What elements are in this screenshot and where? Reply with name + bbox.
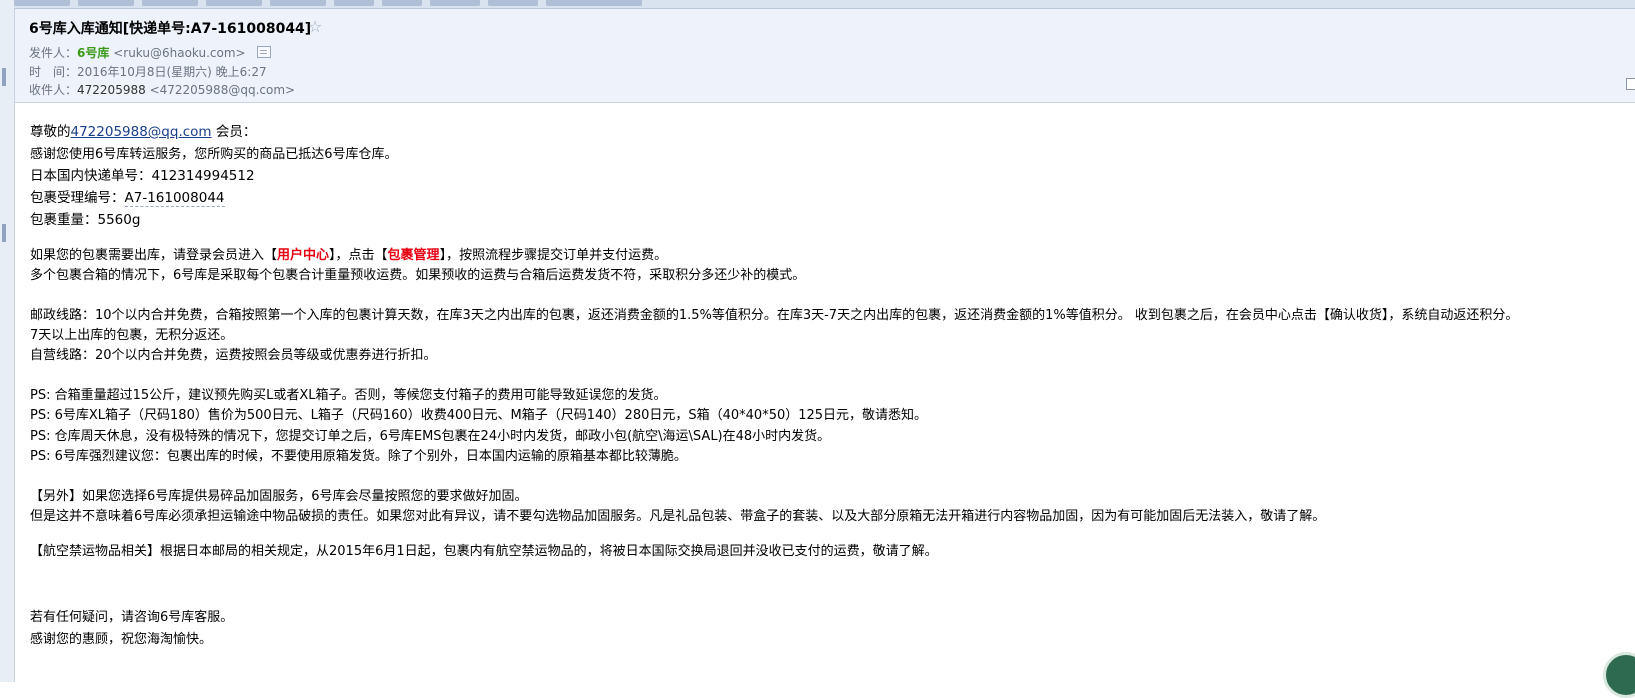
corner-logo (1603, 652, 1635, 698)
time-label: 时 间： (29, 65, 78, 79)
mail-route-line: 邮政线路：10个以内合并免费，合箱按照第一个入库的包裹计算天数，在库3天之内出库… (30, 308, 1519, 323)
weight-value: 5560g (97, 212, 141, 228)
ship-text: 】，点击【 (329, 248, 388, 263)
ps-line-1: PS: 合箱重量超过15公斤，建议预先购买L或者XL箱子。否则，等候您支付箱子的… (30, 388, 667, 403)
toolbar-button[interactable] (430, 0, 480, 6)
recipient-email[interactable]: <472205988@qq.com> (150, 83, 296, 97)
package-id-line: 包裹受理编号：A7-161008044 (30, 186, 225, 207)
toolbar-button[interactable] (14, 0, 70, 6)
sender-name[interactable]: 6号库 (77, 46, 109, 60)
package-management-link[interactable]: 包裹管理 (388, 248, 440, 263)
tracking-number: 412314994512 (151, 168, 255, 184)
ship-text: 如果您的包裹需要出库，请登录会员进入【 (30, 248, 278, 263)
toolbar-edge (14, 0, 1635, 9)
left-panel-marker (2, 224, 6, 242)
expand-icon[interactable] (1626, 78, 1635, 90)
greeting-email-link[interactable]: 472205988@qq.com (71, 124, 212, 140)
recipient-name[interactable]: 472205988 (77, 83, 146, 97)
sender-row: 发件人：6号库 <ruku@6haoku.com> (29, 44, 272, 61)
toolbar-button[interactable] (270, 0, 326, 6)
ps-line-3: PS: 仓库周天休息，没有极特殊的情况下，您提交订单之后，6号库EMS包裹在24… (30, 429, 831, 444)
recipient-row: 收件人：472205988 <472205988@qq.com> (29, 81, 295, 98)
toolbar-button[interactable] (206, 0, 262, 6)
merge-note: 多个包裹合箱的情况下，6号库是采取每个包裹合计重量预收运费。如果预收的运费与合箱… (30, 268, 806, 283)
mail-subject: 6号库入库通知[快递单号:A7-161008044] (29, 21, 312, 37)
toolbar-button[interactable] (142, 0, 198, 6)
tracking-line: 日本国内快递单号：412314994512 (30, 164, 255, 184)
greeting-prefix: 尊敬的 (30, 124, 71, 140)
toolbar-button[interactable] (382, 0, 422, 6)
left-panel-edge (0, 0, 15, 682)
extra-line-1: 【另外】如果您选择6号库提供易碎品加固服务，6号库会尽量按照您的要求做好加固。 (30, 489, 528, 504)
ps-line-4: PS: 6号库强烈建议您：包裹出库的时候，不要使用原箱发货。除了个别外，日本国内… (30, 449, 687, 464)
closing-line-2: 感谢您的惠顾，祝您海淘愉快。 (30, 632, 213, 647)
weight-line: 包裹重量：5560g (30, 208, 140, 228)
contact-card-icon[interactable] (257, 46, 272, 58)
ship-text: 】，按照流程步骤提交订单并支付运费。 (439, 248, 668, 263)
package-id-value: A7-161008044 (124, 190, 225, 207)
package-id-label: 包裹受理编号： (30, 190, 125, 206)
toolbar-button[interactable] (546, 0, 642, 6)
sender-label: 发件人： (29, 46, 78, 60)
time-value: 2016年10月8日(星期六) 晚上6:27 (77, 65, 267, 79)
star-icon[interactable]: ☆ (308, 18, 322, 36)
left-panel-marker (2, 68, 6, 86)
toolbar-button[interactable] (488, 0, 538, 6)
weight-label: 包裹重量： (30, 212, 98, 228)
mail-route-line-2: 7天以上出库的包裹，无积分返还。 (30, 328, 234, 343)
thanks-line: 感谢您使用6号库转运服务，您所购买的商品已抵达6号库仓库。 (30, 147, 398, 162)
time-row: 时 间：2016年10月8日(星期六) 晚上6:27 (29, 63, 267, 80)
closing-line-1: 若有任何疑问，请咨询6号库客服。 (30, 610, 234, 625)
recipient-label: 收件人： (29, 83, 78, 97)
air-notice: 【航空禁运物品相关】根据日本邮局的相关规定，从2015年6月1日起，包裹内有航空… (30, 544, 938, 559)
sender-email[interactable]: <ruku@6haoku.com> (113, 46, 245, 60)
mail-header: 6号库入库通知[快递单号:A7-161008044] ☆ 发件人：6号库 <ru… (15, 9, 1635, 103)
user-center-link[interactable]: 用户中心 (277, 248, 329, 263)
greeting: 尊敬的472205988@qq.com 会员： (30, 120, 256, 140)
self-route-line: 自营线路：20个以内合并免费，运费按照会员等级或优惠券进行折扣。 (30, 348, 437, 363)
toolbar-button[interactable] (78, 0, 134, 6)
greeting-suffix: 会员： (211, 124, 257, 140)
toolbar-button[interactable] (334, 0, 374, 6)
ps-line-2: PS: 6号库XL箱子（尺码180）售价为500日元、L箱子（尺码160）收费4… (30, 408, 928, 423)
ship-instructions: 如果您的包裹需要出库，请登录会员进入【用户中心】，点击【包裹管理】，按照流程步骤… (30, 244, 667, 263)
extra-line-2: 但是这并不意味着6号库必须承担运输途中物品破损的责任。如果您对此有异议，请不要勾… (30, 509, 1326, 524)
tracking-label: 日本国内快递单号： (30, 168, 152, 184)
